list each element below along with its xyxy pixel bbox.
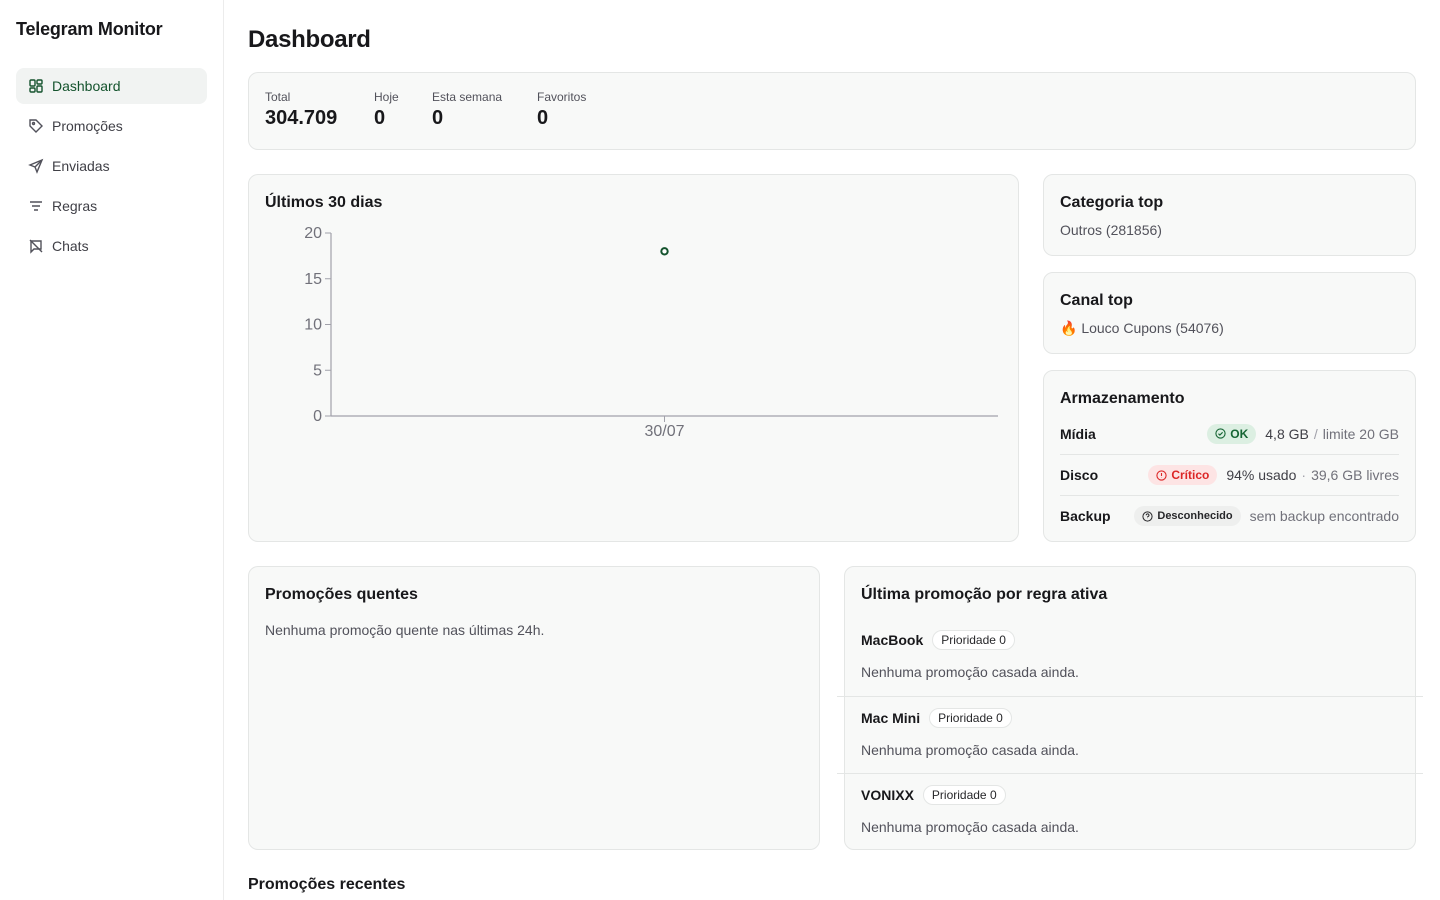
sidebar-item-regras[interactable]: Regras [16, 188, 207, 224]
recent-promotions-title: Promoções recentes [248, 876, 406, 893]
rule-empty: Nenhuma promoção casada ainda. [861, 819, 1079, 835]
sidebar-item-promocoes[interactable]: Promoções [16, 108, 207, 144]
sidebar-item-label: Promoções [52, 118, 123, 134]
stats-card: Total 304.709 Hoje 0 Esta semana 0 Favor… [248, 72, 1416, 150]
tag-icon [28, 118, 44, 134]
app-title: Telegram Monitor [16, 19, 163, 39]
status-badge-label: Desconhecido [1157, 510, 1233, 522]
chart-card: Últimos 30 dias 0 5 10 15 20 30/07 [248, 174, 1019, 542]
priority-badge: Prioridade 0 [922, 785, 1006, 805]
chat-off-icon [28, 238, 44, 254]
rule-empty: Nenhuma promoção casada ainda. [861, 664, 1079, 680]
y-tick-label: 5 [313, 362, 322, 379]
storage-row-value: 94% usado [1226, 467, 1297, 483]
storage-row-disco: Disco Crítico 94% usado · 39,6 GB livres [1060, 454, 1399, 495]
sidebar-item-label: Regras [52, 198, 98, 214]
storage-card: Armazenamento Mídia OK 4,8 GB / limite 2… [1043, 370, 1416, 542]
rules-card: Última promoção por regra ativa MacBook … [837, 566, 1423, 850]
storage-row-separator: · [1301, 467, 1307, 483]
sidebar-item-label: Enviadas [52, 158, 110, 174]
sidebar-item-label: Chats [52, 238, 89, 254]
rule-empty: Nenhuma promoção casada ainda. [861, 742, 1079, 758]
sidebar-item-enviadas[interactable]: Enviadas [16, 148, 207, 184]
dashboard-icon [28, 78, 44, 94]
priority-badge: Prioridade 0 [932, 630, 1015, 650]
x-tick-label: 30/07 [644, 423, 684, 440]
activity-chart: 0 5 10 15 20 30/07 [304, 225, 998, 440]
storage-row-media: Mídia OK 4,8 GB / limite 20 GB [1060, 413, 1399, 454]
rule-name: MacBook [861, 632, 924, 648]
channel-top-card: Canal top 🔥 Louco Cupons (54076) [1043, 272, 1416, 354]
filter-icon [28, 198, 44, 214]
stat-hoje: Hoje 0 [374, 90, 399, 130]
stat-esta-semana: Esta semana 0 [432, 90, 502, 130]
check-circle-icon [1215, 428, 1226, 439]
stat-label: Esta semana [432, 90, 503, 104]
rule-name: Mac Mini [861, 710, 921, 726]
stat-value: 304.709 [265, 107, 338, 129]
hot-promotions-title: Promoções quentes [265, 586, 418, 603]
y-tick-label: 15 [304, 271, 322, 288]
status-badge: Desconhecido [1134, 506, 1241, 526]
y-tick-label: 10 [304, 317, 322, 334]
sidebar: Telegram Monitor Dashboard Promoções Env… [0, 0, 224, 900]
sidebar-item-chats[interactable]: Chats [16, 228, 207, 264]
stat-value: 0 [537, 107, 549, 129]
stat-value: 0 [374, 107, 386, 129]
sidebar-item-label: Dashboard [52, 78, 121, 94]
storage-title: Armazenamento [1060, 390, 1185, 407]
sidebar-nav: Dashboard Promoções Enviadas Regras Chat… [16, 68, 207, 268]
storage-row-backup: Backup Desconhecido sem backup encontrad… [1060, 495, 1399, 536]
stat-total: Total 304.709 [265, 90, 337, 130]
storage-row-detail: 39,6 GB livres [1311, 467, 1399, 483]
sidebar-item-dashboard[interactable]: Dashboard [16, 68, 207, 104]
status-badge-label: OK [1230, 426, 1249, 441]
data-point [660, 247, 669, 256]
storage-row-value: 4,8 GB [1265, 425, 1309, 442]
stat-label: Total [265, 90, 291, 104]
stat-label: Favoritos [537, 90, 587, 104]
rules-title: Última promoção por regra ativa [861, 586, 1108, 603]
storage-row-name: Backup [1060, 508, 1111, 524]
status-badge: Crítico [1148, 465, 1218, 485]
y-tick-label: 20 [304, 225, 322, 242]
rule-name: VONIXX [861, 787, 914, 803]
alert-circle-icon [1156, 469, 1167, 481]
storage-row-detail: sem backup encontrado [1249, 508, 1399, 524]
category-top-value: Outros (281856) [1060, 222, 1162, 238]
channel-top-title: Canal top [1060, 292, 1133, 309]
status-badge: OK [1207, 423, 1257, 444]
hot-promotions-empty: Nenhuma promoção quente nas últimas 24h. [265, 622, 545, 638]
send-icon [28, 158, 44, 174]
stat-favoritos: Favoritos 0 [537, 90, 586, 130]
hot-promotions-card: Promoções quentes Nenhuma promoção quent… [248, 566, 820, 850]
stat-value: 0 [432, 107, 444, 129]
rule-item[interactable]: MacBook Prioridade 0 Nenhuma promoção ca… [837, 619, 1423, 696]
y-tick-label: 0 [313, 408, 322, 425]
page-title: Dashboard [248, 26, 371, 53]
storage-row-name: Disco [1060, 467, 1099, 483]
rule-item[interactable]: VONIXX Prioridade 0 Nenhuma promoção cas… [837, 773, 1423, 850]
status-badge-label: Crítico [1171, 468, 1210, 482]
rule-item[interactable]: Mac Mini Prioridade 0 Nenhuma promoção c… [837, 696, 1423, 773]
priority-badge: Prioridade 0 [929, 708, 1012, 728]
stat-label: Hoje [374, 90, 399, 104]
channel-top-value: 🔥 Louco Cupons (54076) [1060, 320, 1224, 336]
storage-row-detail: limite 20 GB [1322, 425, 1399, 442]
category-top-title: Categoria top [1060, 194, 1164, 211]
help-circle-icon [1142, 510, 1153, 522]
storage-row-separator: / [1313, 425, 1318, 442]
storage-row-name: Mídia [1060, 425, 1096, 442]
category-top-card: Categoria top Outros (281856) [1043, 174, 1416, 256]
